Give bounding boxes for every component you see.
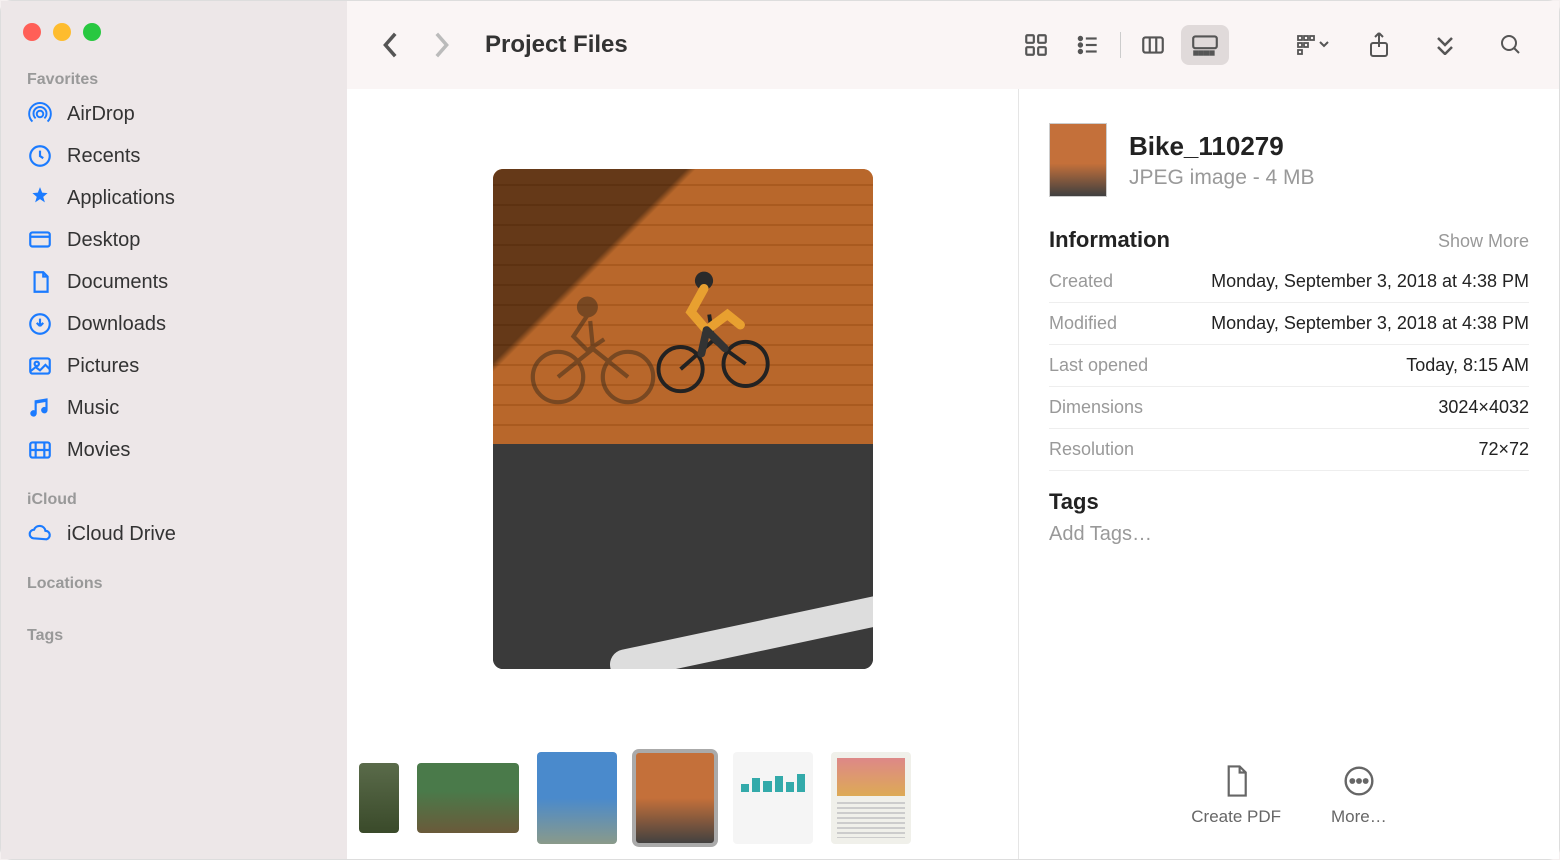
sidebar-item-downloads[interactable]: Downloads <box>1 303 347 345</box>
more-toolbar-button[interactable] <box>1421 25 1469 65</box>
sidebar-item-label: Applications <box>67 187 175 210</box>
thumbnail-item[interactable] <box>733 752 813 844</box>
info-value: Today, 8:15 AM <box>1406 355 1529 376</box>
applications-icon <box>27 185 53 211</box>
main-area: Project Files <box>347 1 1559 859</box>
show-more-button[interactable]: Show More <box>1438 231 1529 252</box>
info-key: Modified <box>1049 313 1117 334</box>
sidebar-item-music[interactable]: Music <box>1 387 347 429</box>
nav-forward-button[interactable] <box>421 25 461 65</box>
preview-main <box>347 89 1018 749</box>
share-button[interactable] <box>1355 25 1403 65</box>
more-actions-button[interactable]: More… <box>1331 763 1387 827</box>
sidebar-item-label: AirDrop <box>67 103 135 126</box>
sidebar-item-desktop[interactable]: Desktop <box>1 219 347 261</box>
info-row-dimensions: Dimensions 3024×4032 <box>1049 387 1529 429</box>
quick-action-label: Create PDF <box>1191 807 1281 827</box>
info-row-last-opened: Last opened Today, 8:15 AM <box>1049 345 1529 387</box>
desktop-icon <box>27 227 53 253</box>
info-section-title: Information <box>1049 227 1170 253</box>
info-key: Created <box>1049 271 1113 292</box>
info-value: Monday, September 3, 2018 at 4:38 PM <box>1211 271 1529 292</box>
info-value: Monday, September 3, 2018 at 4:38 PM <box>1211 313 1529 334</box>
sidebar-item-label: Music <box>67 397 119 420</box>
thumbnail-item[interactable] <box>417 763 519 833</box>
preview-pane <box>347 89 1019 859</box>
sidebar-item-recents[interactable]: Recents <box>1 135 347 177</box>
preview-image[interactable] <box>493 169 873 669</box>
pictures-icon <box>27 353 53 379</box>
sidebar-item-label: Movies <box>67 439 130 462</box>
maximize-window-button[interactable] <box>83 23 101 41</box>
toolbar: Project Files <box>347 1 1559 89</box>
info-row-modified: Modified Monday, September 3, 2018 at 4:… <box>1049 303 1529 345</box>
sidebar-item-label: iCloud Drive <box>67 523 176 546</box>
more-icon <box>1341 763 1377 799</box>
file-header: Bike_110279 JPEG image - 4 MB <box>1049 123 1529 197</box>
nav-back-button[interactable] <box>371 25 411 65</box>
sidebar-item-label: Recents <box>67 145 140 168</box>
sidebar-item-label: Documents <box>67 271 168 294</box>
thumbnail-item[interactable] <box>359 763 399 833</box>
document-icon <box>1218 763 1254 799</box>
toolbar-actions <box>1289 25 1535 65</box>
view-gallery-button[interactable] <box>1181 25 1229 65</box>
info-value: 72×72 <box>1478 439 1529 460</box>
window-controls <box>1 13 347 65</box>
sidebar-section-icloud: iCloud <box>1 485 347 513</box>
thumbnail-item[interactable] <box>831 752 911 844</box>
info-section-header: Information Show More <box>1049 227 1529 253</box>
view-mode-group <box>1012 25 1229 65</box>
sidebar-section-tags: Tags <box>1 621 347 649</box>
sidebar-item-pictures[interactable]: Pictures <box>1 345 347 387</box>
window-title: Project Files <box>485 31 628 59</box>
info-row-created: Created Monday, September 3, 2018 at 4:3… <box>1049 261 1529 303</box>
tags-input[interactable]: Add Tags… <box>1049 523 1529 546</box>
sidebar-section-locations: Locations <box>1 569 347 597</box>
sidebar-item-movies[interactable]: Movies <box>1 429 347 471</box>
sidebar-item-documents[interactable]: Documents <box>1 261 347 303</box>
sidebar: Favorites AirDrop Recents Applications D… <box>1 1 347 859</box>
quick-action-label: More… <box>1331 807 1387 827</box>
thumbnail-item-selected[interactable] <box>635 752 715 844</box>
quick-actions: Create PDF More… <box>1049 763 1529 839</box>
info-value: 3024×4032 <box>1438 397 1529 418</box>
toolbar-separator <box>1120 32 1121 58</box>
sidebar-item-label: Pictures <box>67 355 139 378</box>
music-icon <box>27 395 53 421</box>
info-key: Dimensions <box>1049 397 1143 418</box>
sidebar-section-favorites: Favorites <box>1 65 347 93</box>
content-area: Bike_110279 JPEG image - 4 MB Informatio… <box>347 89 1559 859</box>
file-thumbnail <box>1049 123 1107 197</box>
info-key: Resolution <box>1049 439 1134 460</box>
airdrop-icon <box>27 101 53 127</box>
create-pdf-button[interactable]: Create PDF <box>1191 763 1281 827</box>
sidebar-item-icloud-drive[interactable]: iCloud Drive <box>1 513 347 555</box>
document-icon <box>27 269 53 295</box>
sidebar-item-applications[interactable]: Applications <box>1 177 347 219</box>
movies-icon <box>27 437 53 463</box>
group-by-button[interactable] <box>1289 25 1337 65</box>
cloud-icon <box>27 521 53 547</box>
clock-icon <box>27 143 53 169</box>
view-list-button[interactable] <box>1064 25 1112 65</box>
file-name: Bike_110279 <box>1129 131 1315 162</box>
search-button[interactable] <box>1487 25 1535 65</box>
info-panel: Bike_110279 JPEG image - 4 MB Informatio… <box>1019 89 1559 859</box>
sidebar-item-label: Desktop <box>67 229 140 252</box>
minimize-window-button[interactable] <box>53 23 71 41</box>
thumbnail-item[interactable] <box>537 752 617 844</box>
close-window-button[interactable] <box>23 23 41 41</box>
sidebar-item-airdrop[interactable]: AirDrop <box>1 93 347 135</box>
info-row-resolution: Resolution 72×72 <box>1049 429 1529 471</box>
info-key: Last opened <box>1049 355 1148 376</box>
file-subtitle: JPEG image - 4 MB <box>1129 166 1315 190</box>
view-icon-button[interactable] <box>1012 25 1060 65</box>
view-column-button[interactable] <box>1129 25 1177 65</box>
downloads-icon <box>27 311 53 337</box>
tags-section-title: Tags <box>1049 489 1529 515</box>
thumbnail-strip <box>347 749 1018 859</box>
sidebar-item-label: Downloads <box>67 313 166 336</box>
